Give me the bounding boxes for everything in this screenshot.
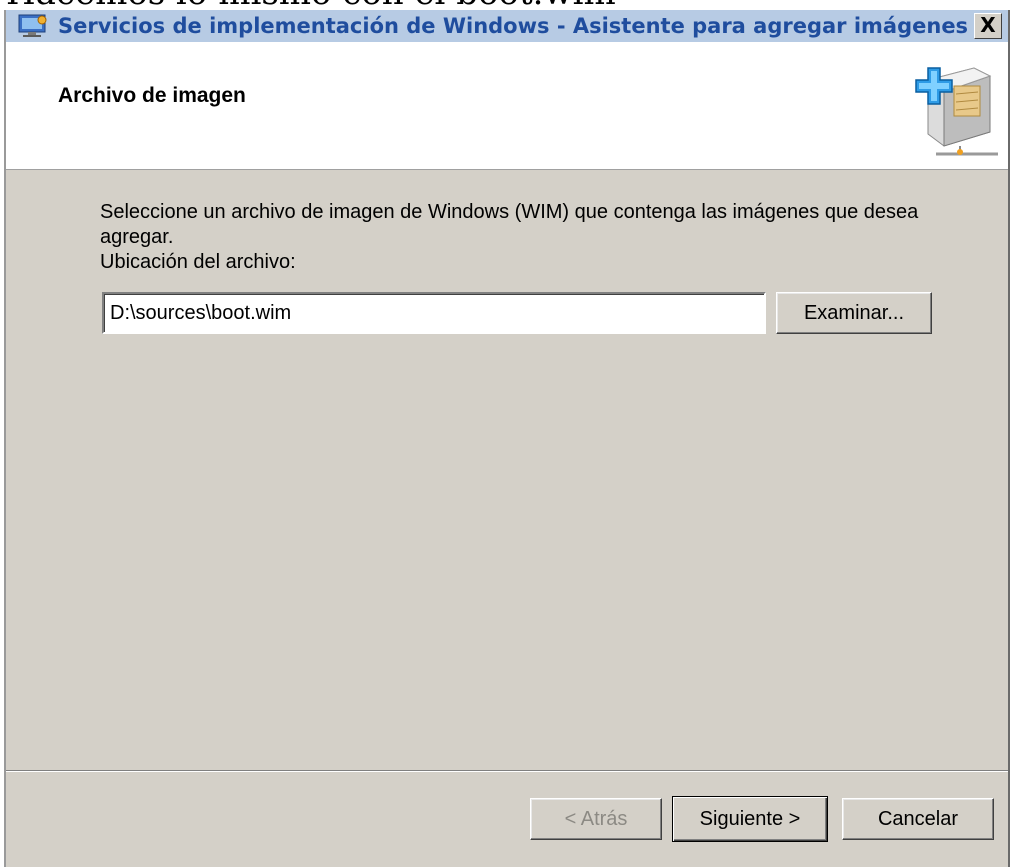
page-title: Archivo de imagen bbox=[58, 84, 246, 107]
file-location-label: Ubicación del archivo: bbox=[100, 251, 296, 273]
wizard-content: Seleccione un archivo de imagen de Windo… bbox=[6, 170, 1008, 770]
close-button[interactable]: X bbox=[974, 13, 1002, 39]
browse-button[interactable]: Examinar... bbox=[776, 292, 932, 334]
window-title: Servicios de implementación de Windows -… bbox=[58, 14, 969, 38]
wizard-dialog: Servicios de implementación de Windows -… bbox=[4, 10, 1010, 867]
add-image-icon bbox=[915, 67, 998, 156]
footer-separator bbox=[6, 770, 1008, 772]
title-bar[interactable]: Servicios de implementación de Windows -… bbox=[6, 10, 1008, 42]
cancel-button[interactable]: Cancelar bbox=[842, 798, 994, 840]
back-button[interactable]: < Atrás bbox=[530, 798, 662, 840]
wizard-header: Archivo de imagen bbox=[6, 42, 1008, 170]
server-icon bbox=[18, 14, 47, 37]
instructions-text: Seleccione un archivo de imagen de Windo… bbox=[100, 201, 919, 248]
file-path-input[interactable] bbox=[102, 292, 766, 334]
next-button[interactable]: Siguiente > bbox=[672, 796, 828, 842]
